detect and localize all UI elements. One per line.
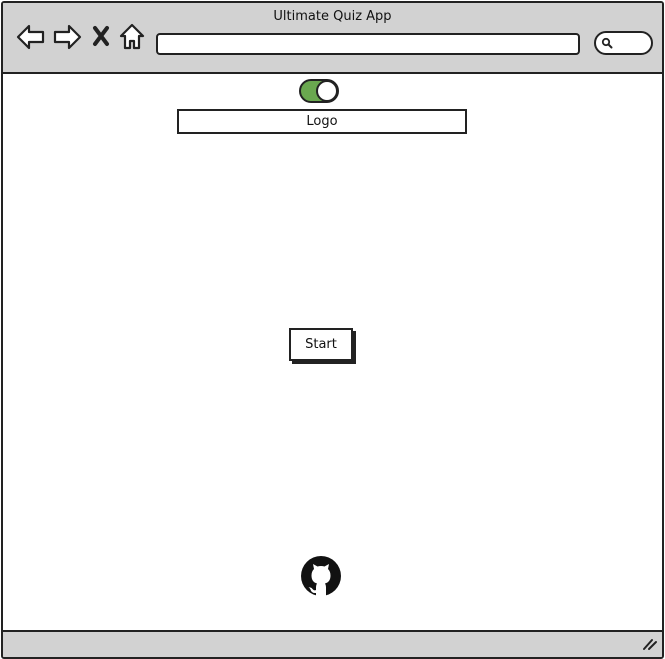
theme-toggle[interactable] [299, 79, 339, 103]
start-button[interactable]: Start [289, 328, 353, 361]
back-arrow-icon[interactable] [16, 23, 46, 51]
close-icon[interactable] [92, 25, 110, 47]
toggle-knob [316, 80, 338, 102]
github-icon[interactable] [300, 555, 342, 597]
url-input[interactable] [156, 33, 580, 55]
search-input[interactable] [594, 31, 653, 55]
search-icon [601, 37, 613, 49]
browser-window: Ultimate Quiz App Logo Start [1, 1, 664, 659]
forward-arrow-icon[interactable] [52, 23, 82, 51]
title-bar: Ultimate Quiz App [3, 3, 662, 74]
home-icon[interactable] [119, 23, 145, 51]
status-bar [3, 630, 662, 657]
resize-grip-icon[interactable] [642, 636, 658, 655]
logo-placeholder: Logo [177, 109, 467, 134]
window-title: Ultimate Quiz App [273, 9, 392, 24]
